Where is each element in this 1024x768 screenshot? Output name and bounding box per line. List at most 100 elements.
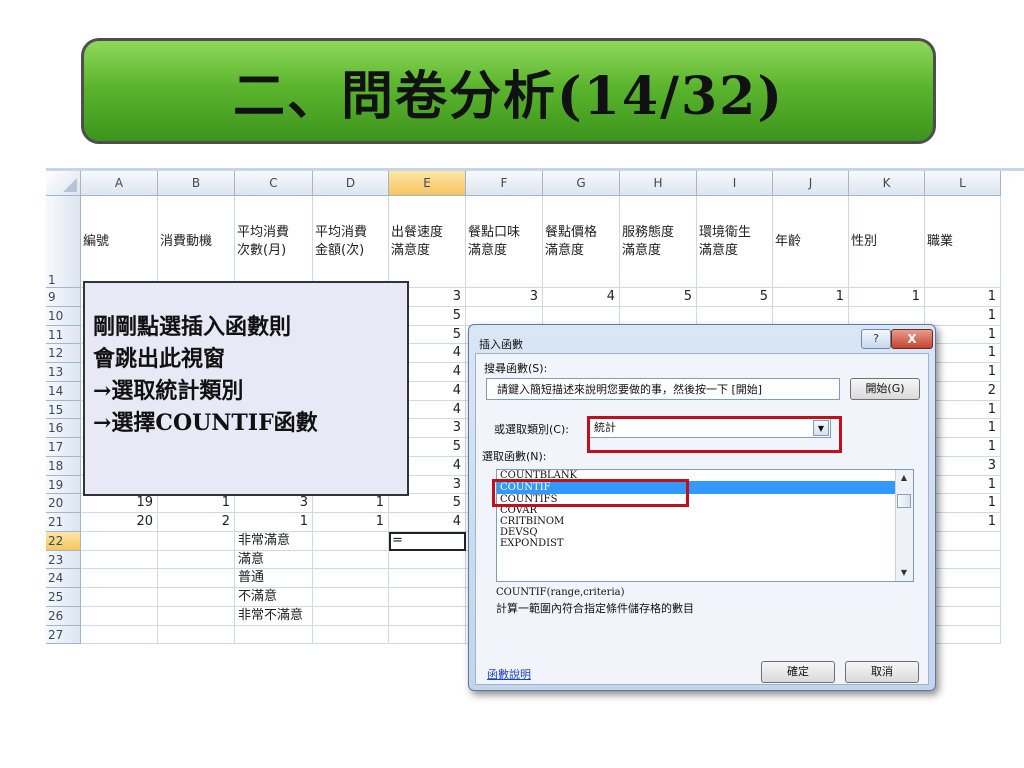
table-cell[interactable]: 20 [81, 513, 158, 532]
column-title-cell[interactable]: 餐點口味 滿意度 [466, 196, 543, 288]
table-cell[interactable] [389, 569, 466, 588]
ok-button[interactable]: 確定 [761, 661, 835, 683]
column-header-c[interactable]: C [235, 171, 313, 196]
row-number[interactable]: 14 [46, 381, 81, 401]
table-cell[interactable] [389, 606, 466, 626]
scroll-up-icon[interactable]: ▲ [896, 470, 912, 486]
function-help-link[interactable]: 函數說明 [487, 666, 531, 682]
row-number[interactable]: 21 [46, 513, 81, 532]
table-cell[interactable] [81, 569, 158, 588]
row-number[interactable]: 24 [46, 569, 81, 588]
column-title-cell[interactable]: 出餐速度 滿意度 [389, 196, 466, 288]
row-number[interactable]: 16 [46, 419, 81, 438]
row-number[interactable]: 1 [46, 196, 81, 288]
table-cell[interactable]: 1 [925, 419, 1001, 438]
table-cell[interactable]: 1 [925, 400, 1001, 420]
table-cell[interactable] [158, 606, 235, 626]
table-cell[interactable]: 5 [389, 494, 466, 513]
row-number[interactable]: 20 [46, 494, 81, 513]
column-title-cell[interactable]: 餐點價格 滿意度 [543, 196, 620, 288]
table-cell[interactable] [235, 625, 313, 645]
table-cell[interactable] [81, 625, 158, 645]
table-cell[interactable]: 1 [158, 494, 235, 513]
table-cell[interactable]: 19 [81, 494, 158, 513]
row-number[interactable]: 19 [46, 475, 81, 495]
row-number[interactable]: 11 [46, 325, 81, 345]
row-number[interactable]: 27 [46, 625, 81, 645]
table-cell[interactable]: 5 [697, 288, 773, 307]
cancel-button[interactable]: 取消 [845, 661, 919, 683]
table-cell[interactable] [158, 550, 235, 570]
column-title-cell[interactable]: 性別 [849, 196, 925, 288]
table-cell[interactable]: 1 [925, 494, 1001, 513]
search-input[interactable]: 請鍵入簡短描述來說明您要做的事，然後按一下 [開始] [486, 378, 840, 400]
table-cell[interactable] [773, 306, 849, 326]
function-list-item[interactable]: CRITBINOM [497, 516, 913, 527]
table-cell[interactable] [313, 625, 389, 645]
table-cell[interactable] [158, 569, 235, 588]
column-title-cell[interactable]: 環境衛生 滿意度 [697, 196, 773, 288]
column-header-g[interactable]: G [543, 171, 620, 196]
column-header-k[interactable]: K [849, 171, 925, 196]
column-title-cell[interactable]: 服務態度 滿意度 [620, 196, 697, 288]
column-title-cell[interactable]: 職業 [925, 196, 1001, 288]
table-cell[interactable]: 1 [313, 494, 389, 513]
listbox-scrollbar[interactable]: ▲ ▼ [895, 470, 913, 581]
go-button[interactable]: 開始(G) [850, 378, 920, 400]
table-cell[interactable] [849, 306, 925, 326]
function-list-item[interactable]: EXPONDIST [497, 538, 913, 549]
table-cell[interactable]: 非常不滿意 [235, 606, 313, 626]
table-cell[interactable] [925, 531, 1001, 551]
column-header-h[interactable]: H [620, 171, 697, 196]
table-cell[interactable]: 3 [466, 288, 543, 307]
row-number[interactable]: 13 [46, 363, 81, 382]
row-number[interactable]: 23 [46, 550, 81, 570]
table-cell[interactable] [543, 306, 620, 326]
select-all-corner[interactable] [46, 171, 81, 196]
table-cell[interactable]: 滿意 [235, 550, 313, 570]
table-cell[interactable] [697, 306, 773, 326]
table-cell[interactable]: 1 [925, 513, 1001, 532]
table-cell[interactable] [158, 531, 235, 551]
table-cell[interactable] [925, 550, 1001, 570]
table-cell[interactable] [389, 550, 466, 570]
table-cell[interactable]: 1 [925, 344, 1001, 363]
table-cell[interactable] [81, 531, 158, 551]
table-cell[interactable]: 2 [158, 513, 235, 532]
close-button[interactable]: X [891, 329, 933, 349]
table-cell[interactable] [925, 569, 1001, 588]
row-number[interactable]: 22 [46, 531, 81, 551]
table-cell[interactable] [81, 588, 158, 607]
table-cell[interactable] [620, 306, 697, 326]
row-number[interactable]: 17 [46, 438, 81, 457]
table-cell[interactable] [158, 588, 235, 607]
table-cell[interactable] [313, 606, 389, 626]
function-list-item[interactable]: DEVSQ [497, 527, 913, 538]
table-cell[interactable]: 1 [313, 513, 389, 532]
table-cell[interactable] [466, 306, 543, 326]
table-cell[interactable]: 4 [543, 288, 620, 307]
table-cell[interactable]: 不滿意 [235, 588, 313, 607]
table-cell[interactable] [313, 588, 389, 607]
table-cell[interactable]: 1 [235, 513, 313, 532]
table-cell[interactable]: 1 [925, 306, 1001, 326]
column-header-d[interactable]: D [313, 171, 389, 196]
column-title-cell[interactable]: 年齡 [773, 196, 849, 288]
column-title-cell[interactable]: 消費動機 [158, 196, 235, 288]
active-cell[interactable]: = [389, 531, 466, 551]
scroll-down-icon[interactable]: ▼ [896, 565, 912, 581]
table-cell[interactable] [158, 625, 235, 645]
row-number[interactable]: 10 [46, 306, 81, 326]
table-cell[interactable] [925, 606, 1001, 626]
column-header-e[interactable]: E [389, 171, 466, 196]
table-cell[interactable]: 1 [773, 288, 849, 307]
table-cell[interactable]: 非常滿意 [235, 531, 313, 551]
dialog-titlebar[interactable]: 插入函數 ? X [475, 329, 933, 353]
table-cell[interactable] [81, 550, 158, 570]
row-number[interactable]: 18 [46, 456, 81, 476]
table-cell[interactable]: 普通 [235, 569, 313, 588]
column-header-l[interactable]: L [925, 171, 1001, 196]
table-cell[interactable]: 4 [389, 513, 466, 532]
table-cell[interactable]: 2 [925, 381, 1001, 401]
table-cell[interactable] [313, 531, 389, 551]
